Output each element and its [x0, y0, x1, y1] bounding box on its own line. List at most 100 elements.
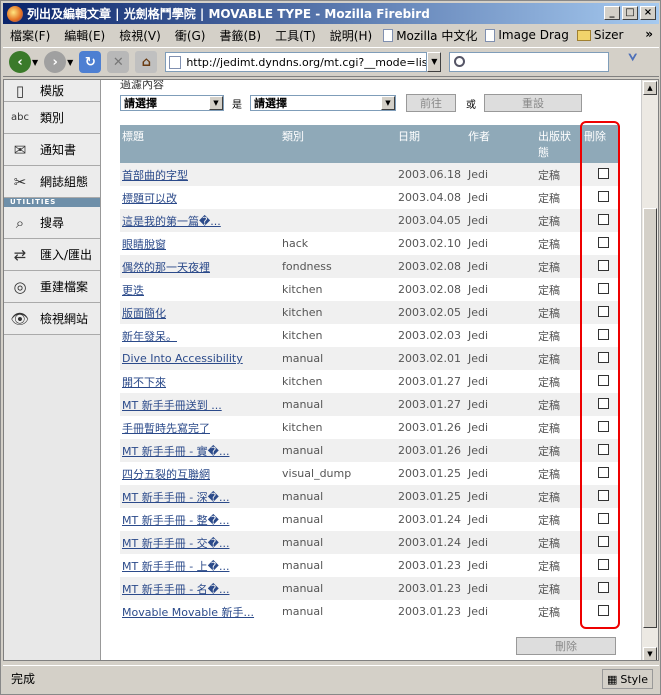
url-input[interactable]: http://jedimt.dyndns.org/mt.cgi?__mode=l… — [165, 52, 428, 72]
table-row: 四分五裂的互聯網 visual_dump 2003.01.25 Jedi 定稿 — [120, 462, 618, 485]
view-site-icon: 👁 — [10, 309, 30, 328]
forward-icon[interactable]: › — [44, 51, 67, 73]
entry-title-link[interactable]: Dive Into Accessibility — [122, 352, 243, 365]
table-row: 更迭 kitchen 2003.02.08 Jedi 定稿 — [120, 278, 618, 301]
scroll-up-icon[interactable]: ▲ — [643, 81, 657, 95]
menu-tools[interactable]: 工具(T) — [268, 27, 323, 44]
entry-title-link[interactable]: 四分五裂的互聯網 — [122, 468, 210, 481]
entry-title-link[interactable]: 這是我的第一篇�... — [122, 215, 221, 228]
entry-author: Jedi — [468, 237, 489, 250]
menu-view[interactable]: 檢視(V) — [112, 27, 168, 44]
table-row: MT 新手手冊 - 實�... manual 2003.01.26 Jedi 定稿 — [120, 439, 618, 462]
bookmark-image-drag[interactable]: Image Drag — [481, 28, 573, 42]
entry-date: 2003.01.24 — [398, 513, 461, 526]
entry-category: manual — [282, 582, 324, 595]
entry-status: 定稿 — [538, 582, 560, 596]
bookmark-sizer[interactable]: Sizer — [573, 28, 628, 42]
entry-title-link[interactable]: MT 新手手冊 - 整�... — [122, 514, 229, 527]
sidebar-item-rebuild[interactable]: ◎ 重建檔案 — [4, 271, 100, 303]
entry-category: kitchen — [282, 375, 323, 388]
menu-help[interactable]: 說明(H) — [323, 27, 379, 44]
entry-status: 定稿 — [538, 467, 560, 481]
back-dropdown-icon[interactable]: ▼ — [32, 58, 38, 67]
entry-author: Jedi — [468, 352, 489, 365]
col-title[interactable]: 標題 — [120, 125, 280, 163]
go-button[interactable]: 前往 — [406, 94, 456, 112]
filter-value-select[interactable]: 請選擇 ▼ — [250, 95, 396, 111]
home-icon[interactable]: ⌂ — [135, 51, 158, 73]
entry-title-link[interactable]: 偶然的那一天夜裡 — [122, 261, 210, 274]
bookmark-mozilla-zh[interactable]: Mozilla 中文化 — [379, 27, 481, 44]
entry-title-link[interactable]: MT 新手手冊 - 名�... — [122, 583, 229, 596]
reload-icon[interactable]: ↻ — [79, 51, 102, 73]
url-dropdown-icon[interactable]: ▼ — [427, 52, 442, 72]
entry-title-link[interactable]: 新年發呆。 — [122, 330, 177, 343]
filter-field-select[interactable]: 請選擇 ▼ — [120, 95, 224, 111]
entry-title-link[interactable]: MT 新手手冊 - 交�... — [122, 537, 229, 550]
entry-title-link[interactable]: MT 新手手冊 - 深�... — [122, 491, 229, 504]
utilities-header: UTILITIES — [4, 198, 100, 207]
entry-title-link[interactable]: 手冊暫時先寫完了 — [122, 422, 210, 435]
table-row: 首部曲的字型 2003.06.18 Jedi 定稿 — [120, 163, 618, 186]
table-header-row: 標題 類別 日期 作者 出版狀態 刪除 — [120, 125, 618, 163]
col-date[interactable]: 日期 — [396, 125, 466, 163]
entry-status: 定稿 — [538, 283, 560, 297]
delete-column-highlight — [580, 121, 620, 629]
entry-category: manual — [282, 490, 324, 503]
navigation-toolbar: ‹ ▼ › ▼ ↻ ✕ ⌂ http://jedimt.dyndns.org/m… — [3, 47, 659, 77]
entry-status: 定稿 — [538, 191, 560, 205]
page-content: ▯ 模版 abc 類別 ✉ 通知書 ✂ 網誌組態 UTILITIES ⌕ 搜尋 … — [3, 79, 659, 661]
menu-bookmarks[interactable]: 書籤(B) — [212, 27, 268, 44]
entry-title-link[interactable]: 眼睛脫窗 — [122, 238, 166, 251]
reset-button[interactable]: 重設 — [484, 94, 582, 112]
entry-date: 2003.01.23 — [398, 605, 461, 618]
sidebar-item-import-export[interactable]: ⇄ 匯入/匯出 — [4, 239, 100, 271]
entry-title-link[interactable]: MT 新手手冊送到 ... — [122, 399, 222, 412]
sidebar-item-categories[interactable]: abc 類別 — [4, 102, 100, 134]
entry-title-link[interactable]: MT 新手手冊 - 上�... — [122, 560, 229, 573]
delete-button[interactable]: 刪除 — [516, 637, 616, 655]
entry-date: 2003.01.23 — [398, 559, 461, 572]
sidebar-item-search[interactable]: ⌕ 搜尋 — [4, 207, 100, 239]
style-switcher[interactable]: ▦ Style — [601, 669, 653, 689]
mail-icon: ✉ — [13, 140, 27, 159]
throbber-icon: ᘁ — [628, 51, 638, 72]
entry-title-link[interactable]: Movable Movable 新手... — [122, 606, 254, 619]
scroll-thumb[interactable] — [643, 208, 657, 628]
search-icon: ⌕ — [15, 213, 25, 232]
col-author[interactable]: 作者 — [466, 125, 536, 163]
entry-title-link[interactable]: 開不下來 — [122, 376, 166, 389]
menu-file[interactable]: 檔案(F) — [3, 27, 57, 44]
menu-go[interactable]: 衝(G) — [168, 27, 213, 44]
maximize-button[interactable]: □ — [622, 6, 638, 20]
sidebar-item-blog-config[interactable]: ✂ 網誌組態 — [4, 166, 100, 198]
mt-sidebar: ▯ 模版 abc 類別 ✉ 通知書 ✂ 網誌組態 UTILITIES ⌕ 搜尋 … — [4, 80, 101, 660]
menu-edit[interactable]: 編輯(E) — [57, 27, 112, 44]
entry-status: 定稿 — [538, 168, 560, 182]
sidebar-item-view-site[interactable]: 👁 檢視網站 — [4, 303, 100, 335]
col-status[interactable]: 出版狀態 — [536, 125, 582, 163]
more-bookmarks-chevron[interactable]: » — [645, 27, 653, 41]
back-icon[interactable]: ‹ — [9, 51, 31, 73]
entry-title-link[interactable]: MT 新手手冊 - 實�... — [122, 445, 229, 458]
stop-icon[interactable]: ✕ — [107, 51, 130, 73]
entry-title-link[interactable]: 首部曲的字型 — [122, 169, 188, 182]
col-category[interactable]: 類別 — [280, 125, 396, 163]
forward-dropdown-icon[interactable]: ▼ — [67, 58, 73, 67]
sidebar-item-notifications[interactable]: ✉ 通知書 — [4, 134, 100, 166]
minimize-button[interactable]: _ — [604, 6, 620, 20]
entry-title-link[interactable]: 標題可以改 — [122, 192, 177, 205]
category-icon: abc — [11, 112, 29, 123]
sidebar-item-templates[interactable]: ▯ 模版 — [4, 80, 100, 102]
scroll-down-icon[interactable]: ▼ — [643, 647, 657, 660]
search-input[interactable] — [449, 52, 610, 72]
entry-status: 定稿 — [538, 536, 560, 550]
entry-title-link[interactable]: 更迭 — [122, 284, 144, 297]
entry-date: 2003.02.08 — [398, 283, 461, 296]
entry-status: 定稿 — [538, 398, 560, 412]
entry-category: manual — [282, 352, 324, 365]
entry-title-link[interactable]: 版面簡化 — [122, 307, 166, 320]
close-button[interactable]: × — [640, 6, 656, 20]
entry-status: 定稿 — [538, 490, 560, 504]
vertical-scrollbar[interactable]: ▲ ▼ — [641, 80, 658, 660]
